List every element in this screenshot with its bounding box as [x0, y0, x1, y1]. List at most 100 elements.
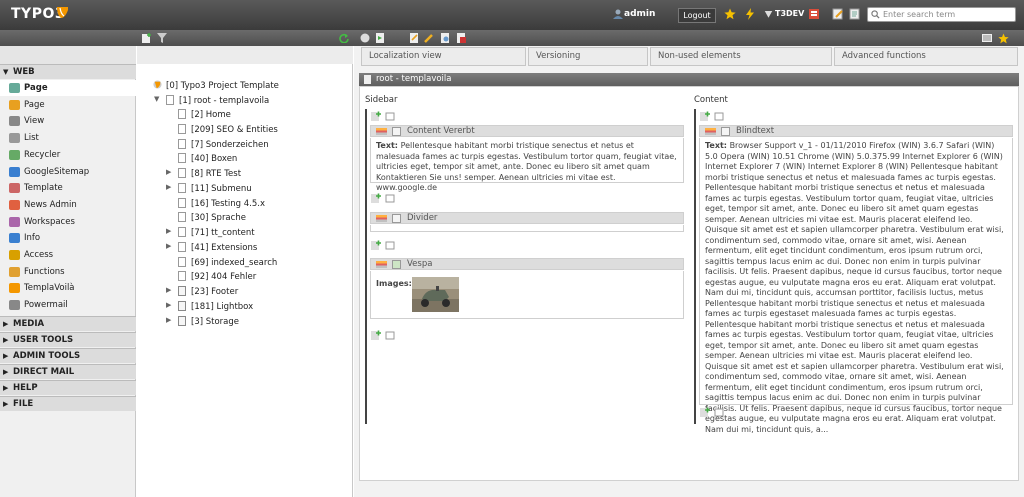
tree-node[interactable]: ▶ [71] tt_content: [166, 227, 255, 238]
pencil-icon[interactable]: [424, 33, 434, 43]
module-group[interactable]: ▶ DIRECT MAIL: [0, 364, 136, 379]
module-item[interactable]: News Admin: [0, 197, 136, 213]
new-element-icon[interactable]: [700, 407, 710, 417]
tree-node[interactable]: [92] 404 Fehler: [178, 271, 256, 282]
module-item[interactable]: View: [0, 113, 136, 129]
expand-arrow-icon[interactable]: ▶: [166, 316, 171, 324]
content-element-header[interactable]: Content Vererbt: [370, 125, 684, 137]
tab-non-used-elements[interactable]: Non-used elements: [650, 47, 832, 66]
refresh-icon[interactable]: [339, 33, 349, 43]
paste-icon[interactable]: [714, 407, 724, 417]
flag-icon: [376, 215, 387, 222]
tree-node[interactable]: [2] Home: [178, 109, 231, 120]
expand-arrow-icon[interactable]: ▶: [166, 242, 171, 250]
paste-icon[interactable]: [385, 111, 395, 121]
bookmark-star-icon[interactable]: [998, 33, 1009, 44]
edit-page-icon[interactable]: [832, 8, 844, 20]
module-item[interactable]: Functions: [0, 264, 136, 280]
module-menu-spacer: [0, 46, 136, 64]
history-icon[interactable]: [440, 33, 450, 43]
tree-node[interactable]: ▶ [181] Lightbox: [166, 300, 253, 312]
module-item[interactable]: Info: [0, 230, 136, 246]
workspace-icon[interactable]: [764, 8, 773, 20]
page-properties-icon[interactable]: [409, 33, 419, 43]
module-item[interactable]: Page: [0, 97, 136, 113]
search-box[interactable]: Enter search term: [867, 7, 1016, 22]
module-group[interactable]: ▶ USER TOOLS: [0, 332, 136, 347]
paste-icon[interactable]: [385, 240, 395, 250]
module-item[interactable]: Powermail: [0, 297, 136, 313]
module-item[interactable]: TemplaVoilà: [0, 280, 136, 296]
tree-node[interactable]: ▶ [41] Extensions: [166, 241, 257, 253]
tree-node-label: [71] tt_content: [191, 228, 255, 238]
tree-node[interactable]: [30] Sprache: [178, 212, 246, 223]
star-icon[interactable]: [724, 8, 736, 20]
expand-arrow-icon[interactable]: ▶: [166, 301, 171, 309]
content-element-header[interactable]: Divider: [370, 212, 684, 224]
tree-node-label: [7] Sonderzeichen: [191, 139, 269, 150]
module-group-label: USER TOOLS: [13, 335, 74, 345]
tree-node[interactable]: ▶ [3] Storage: [166, 315, 239, 327]
flash-icon[interactable]: [744, 8, 756, 20]
new-element-icon[interactable]: [371, 240, 381, 250]
module-item[interactable]: Workspaces: [0, 214, 136, 230]
tree-node[interactable]: ▶ [23] Footer: [166, 286, 238, 297]
tree-node-label: [40] Boxen: [191, 154, 238, 165]
clear-cache-icon[interactable]: [808, 8, 820, 20]
module-group[interactable]: ▶ MEDIA: [0, 316, 136, 331]
tree-node[interactable]: [7] Sonderzeichen: [178, 138, 269, 150]
collapse-arrow-icon[interactable]: ▼: [154, 95, 159, 103]
module-group[interactable]: ▶ HELP: [0, 380, 136, 395]
module-item-label: Functions: [24, 266, 65, 277]
vespa-image[interactable]: [412, 277, 459, 312]
paste-icon[interactable]: [385, 330, 395, 340]
tree-node[interactable]: [209] SEO & Entities: [178, 123, 278, 135]
content-element-header[interactable]: Vespa: [370, 258, 684, 270]
search-input[interactable]: Enter search term: [883, 10, 955, 19]
tab-advanced-functions[interactable]: Advanced functions: [834, 47, 1018, 66]
new-page-icon[interactable]: [142, 33, 152, 43]
tree-root[interactable]: [0] Typo3 Project Template: [153, 80, 279, 91]
module-item[interactable]: Template: [0, 180, 136, 196]
module-item[interactable]: Page: [0, 80, 136, 96]
help-icon[interactable]: [360, 33, 370, 43]
paste-icon[interactable]: [385, 193, 395, 203]
expand-arrow-icon[interactable]: ▶: [166, 168, 171, 176]
tree-node[interactable]: ▶ [11] Submenu: [166, 182, 252, 194]
expand-arrow-icon[interactable]: ▶: [166, 183, 171, 191]
module-group[interactable]: ▶ FILE: [0, 396, 136, 411]
module-group[interactable]: ▶ ADMIN TOOLS: [0, 348, 136, 363]
tree-node-site[interactable]: ▼ [1] root - templavoila: [154, 95, 270, 106]
module-item[interactable]: Recycler: [0, 147, 136, 163]
module-item[interactable]: GoogleSitemap: [0, 164, 136, 180]
new-element-icon[interactable]: [700, 111, 710, 121]
module-group-label: DIRECT MAIL: [13, 367, 75, 377]
tree-node[interactable]: ▶ [8] RTE Test: [166, 168, 241, 179]
tree-node-label: [1] root - templavoila: [179, 96, 270, 106]
module-group-label: MEDIA: [13, 319, 45, 329]
expand-arrow-icon[interactable]: ▶: [166, 286, 171, 294]
module-item[interactable]: List: [0, 130, 136, 146]
tree-node[interactable]: [16] Testing 4.5.x: [178, 197, 265, 209]
delete-page-icon[interactable]: [456, 33, 466, 43]
new-element-icon[interactable]: [371, 330, 381, 340]
logout-button[interactable]: Logout: [678, 8, 716, 23]
t3dev-label[interactable]: T3DEV: [775, 9, 804, 18]
module-item[interactable]: Access: [0, 247, 136, 263]
content-element-header[interactable]: Blindtext: [699, 125, 1013, 137]
new-element-icon[interactable]: [371, 111, 381, 121]
expand-arrow-icon[interactable]: ▶: [166, 227, 171, 235]
preview-icon[interactable]: [375, 33, 385, 43]
module-group-web[interactable]: ▼ WEB: [0, 64, 136, 79]
tab-versioning[interactable]: Versioning: [528, 47, 648, 66]
powermail-icon: [9, 300, 20, 311]
tree-node[interactable]: [40] Boxen: [178, 153, 237, 164]
new-element-icon[interactable]: [371, 193, 381, 203]
document-icon[interactable]: [848, 8, 860, 20]
filter-icon[interactable]: [157, 33, 167, 43]
paste-icon[interactable]: [714, 111, 724, 121]
tree-node[interactable]: [69] indexed_search: [178, 256, 277, 268]
tab-localization-view[interactable]: Localization view: [361, 47, 526, 66]
page-header-title: root - templavoila: [376, 74, 452, 84]
list-view-icon[interactable]: [982, 33, 992, 43]
